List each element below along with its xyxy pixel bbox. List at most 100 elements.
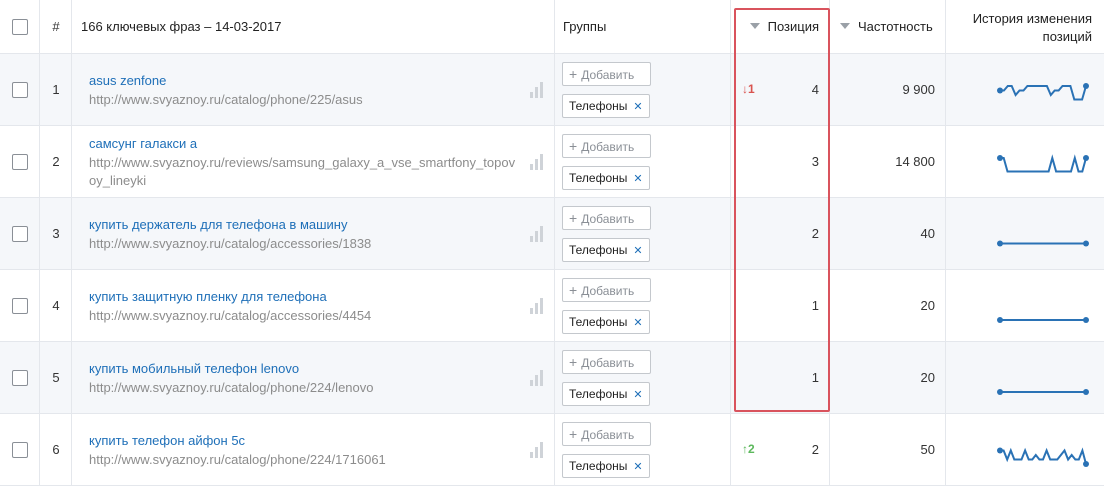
keywords-table: # 166 ключевых фраз – 14-03-2017 Группы … <box>0 0 1104 486</box>
add-group-label: Добавить <box>581 212 635 226</box>
row-number: 4 <box>52 297 60 313</box>
row-position-cell: ↓1 4 <box>731 54 830 125</box>
group-tag: Телефоны ✕ <box>562 454 650 478</box>
sparkline-endpoint <box>997 317 1003 323</box>
position-sort-header[interactable]: Позиция <box>749 18 819 34</box>
add-group-button[interactable]: + Добавить <box>562 350 651 374</box>
position-history-sparkline[interactable] <box>956 54 1096 126</box>
position-history-sparkline[interactable] <box>956 414 1096 486</box>
frequency-value: 9 900 <box>902 81 935 97</box>
remove-tag-icon[interactable]: ✕ <box>633 317 642 329</box>
position-value: 2 <box>811 225 819 241</box>
frequency-sort-header[interactable]: Частотность <box>840 19 933 34</box>
row-position-cell: 2 <box>731 198 830 269</box>
position-value: 4 <box>811 81 819 97</box>
position-header-label: Позиция <box>767 18 819 34</box>
row-frequency-cell: 14 800 <box>830 126 946 197</box>
table-row: 4 купить защитную пленку для телефона http… <box>0 270 1104 342</box>
row-checkbox[interactable] <box>12 441 28 458</box>
row-frequency-cell: 40 <box>830 198 946 269</box>
row-select-cell <box>0 414 40 485</box>
add-group-button[interactable]: + Добавить <box>562 206 651 230</box>
row-groups-cell: + Добавить Телефоны ✕ <box>555 198 731 269</box>
row-history-cell <box>946 270 1102 341</box>
keyword-link[interactable]: купить телефон айфон 5с <box>89 433 245 448</box>
position-value: 1 <box>811 369 819 385</box>
row-history-cell <box>946 54 1102 125</box>
frequency-value: 20 <box>920 369 935 385</box>
group-tag: Телефоны ✕ <box>562 382 650 406</box>
remove-tag-icon[interactable]: ✕ <box>633 173 642 185</box>
keyword-link[interactable]: asus zenfone <box>89 73 166 88</box>
add-group-button[interactable]: + Добавить <box>562 62 651 86</box>
remove-tag-icon[interactable]: ✕ <box>633 245 642 257</box>
keyword-link[interactable]: купить держатель для телефона в машину <box>89 217 347 232</box>
row-checkbox[interactable] <box>12 81 28 98</box>
sparkline-endpoint <box>997 155 1003 161</box>
position-change: ↓1 <box>742 82 755 96</box>
sparkline-path <box>1000 154 1087 173</box>
plus-icon: + <box>569 354 578 370</box>
position-history-sparkline[interactable] <box>956 342 1096 414</box>
table-header: # 166 ключевых фраз – 14-03-2017 Группы … <box>0 0 1104 54</box>
position-history-sparkline[interactable] <box>956 270 1096 342</box>
sparkline-endpoint <box>997 87 1003 94</box>
row-select-cell <box>0 126 40 197</box>
table-row: 5 купить мобильный телефон lenovo http://w… <box>0 342 1104 414</box>
group-tag-label: Телефоны <box>569 387 628 401</box>
add-group-button[interactable]: + Добавить <box>562 278 651 302</box>
row-checkbox[interactable] <box>12 225 28 242</box>
position-change: ↑2 <box>742 442 755 456</box>
row-checkbox[interactable] <box>12 369 28 386</box>
frequency-bars-icon[interactable] <box>530 298 544 314</box>
sparkline-endpoint <box>1083 389 1089 395</box>
row-number: 5 <box>52 369 60 385</box>
row-select-cell <box>0 198 40 269</box>
group-tag-label: Телефоны <box>569 171 628 185</box>
row-checkbox[interactable] <box>12 297 28 314</box>
add-group-button[interactable]: + Добавить <box>562 422 651 446</box>
position-history-sparkline[interactable] <box>956 126 1096 198</box>
table-row: 2 самсунг галакси а http://www.svyaznoy.ru… <box>0 126 1104 198</box>
sort-down-icon <box>749 23 760 30</box>
row-select-cell <box>0 270 40 341</box>
group-tag-label: Телефоны <box>569 243 628 257</box>
remove-tag-icon[interactable]: ✕ <box>633 389 642 401</box>
sparkline-endpoint <box>1083 317 1089 323</box>
row-phrase-cell: asus zenfone http://www.svyaznoy.ru/catal… <box>72 54 555 125</box>
row-history-cell <box>946 342 1102 413</box>
row-num-cell: 6 <box>40 414 72 485</box>
frequency-value: 14 800 <box>895 153 935 169</box>
position-value: 1 <box>811 297 819 313</box>
position-history-sparkline[interactable] <box>956 198 1096 270</box>
add-group-label: Добавить <box>581 356 635 370</box>
row-groups-cell: + Добавить Телефоны ✕ <box>555 342 731 413</box>
remove-tag-icon[interactable]: ✕ <box>633 101 642 113</box>
row-checkbox[interactable] <box>12 153 28 170</box>
remove-tag-icon[interactable]: ✕ <box>633 461 642 473</box>
add-group-button[interactable]: + Добавить <box>562 134 651 158</box>
table-body: 1 asus zenfone http://www.svyaznoy.ru/cata… <box>0 54 1104 486</box>
row-history-cell <box>946 414 1102 485</box>
header-phrase-cell: 166 ключевых фраз – 14-03-2017 <box>72 0 555 53</box>
frequency-bars-icon[interactable] <box>530 442 544 458</box>
frequency-bars-icon[interactable] <box>530 82 544 98</box>
sort-down-icon <box>840 23 850 30</box>
add-group-label: Добавить <box>581 284 635 298</box>
row-number: 2 <box>52 153 60 169</box>
frequency-bars-icon[interactable] <box>530 226 544 242</box>
row-num-cell: 3 <box>40 198 72 269</box>
row-num-cell: 4 <box>40 270 72 341</box>
keyword-link[interactable]: купить защитную пленку для телефона <box>89 289 327 304</box>
frequency-bars-icon[interactable] <box>530 154 544 170</box>
keyword-link[interactable]: купить мобильный телефон lenovo <box>89 361 299 376</box>
header-history-cell: История изменения позиций <box>946 0 1102 53</box>
table-row: 6 купить телефон айфон 5с http://www.svyaz… <box>0 414 1104 486</box>
position-change-value: 2 <box>748 441 755 456</box>
header-position-cell[interactable]: Позиция <box>731 0 830 53</box>
frequency-bars-icon[interactable] <box>530 370 544 386</box>
select-all-checkbox[interactable] <box>12 18 28 35</box>
header-frequency-cell[interactable]: Частотность <box>830 0 946 53</box>
sparkline-endpoint <box>1083 461 1089 467</box>
keyword-link[interactable]: самсунг галакси а <box>89 136 197 151</box>
